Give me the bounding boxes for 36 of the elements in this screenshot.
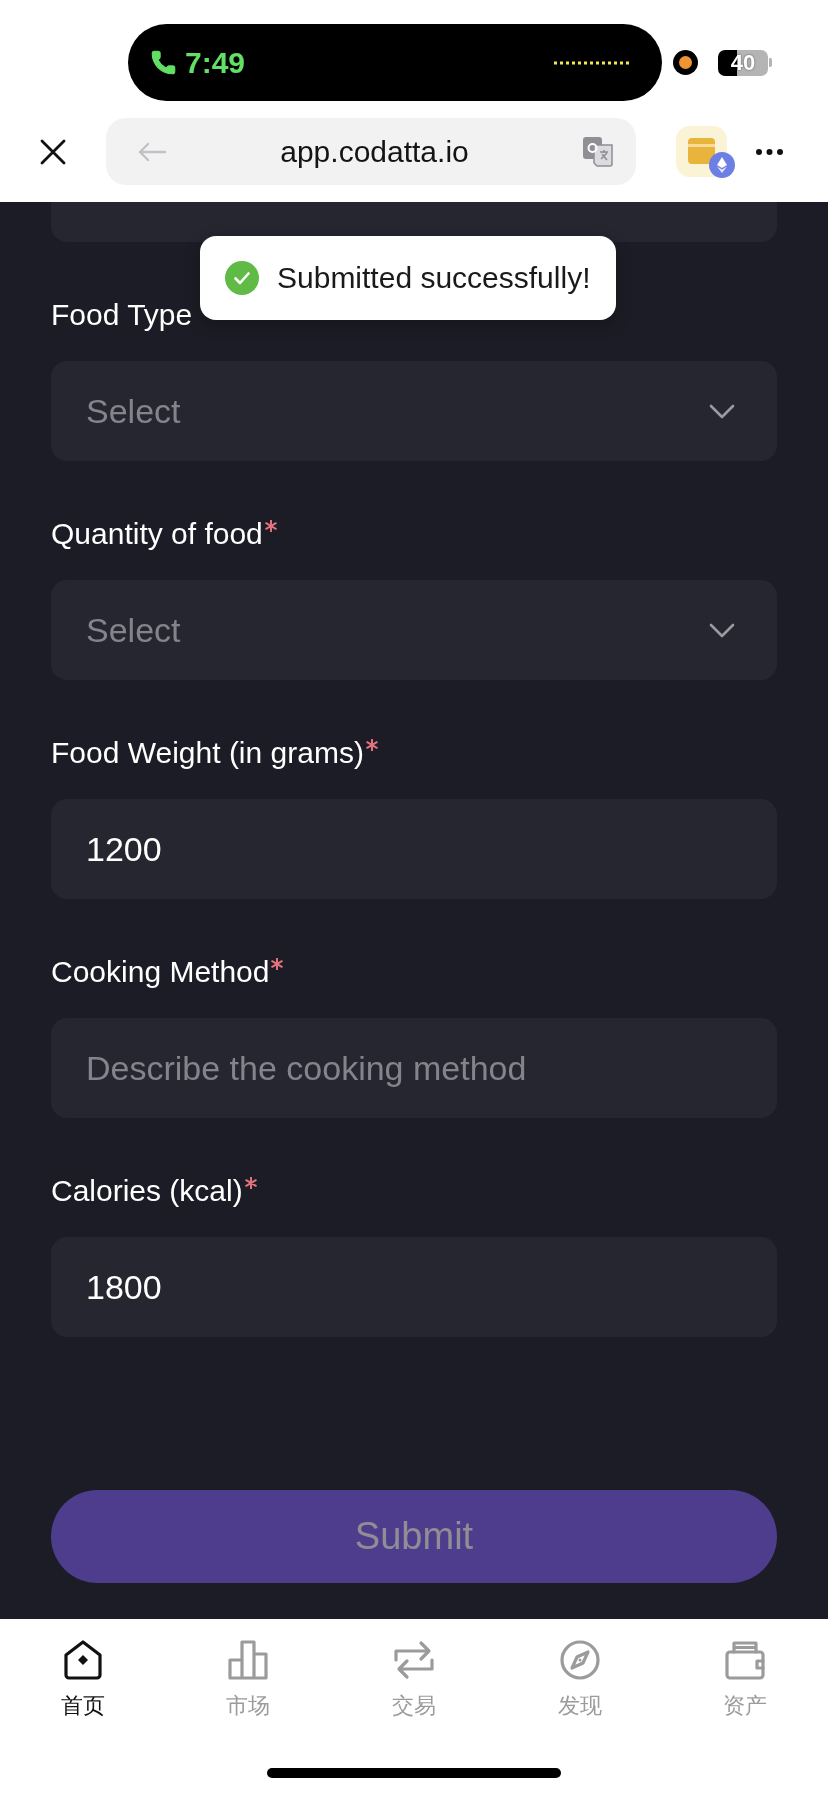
wallet-icon [725, 1640, 766, 1680]
swap-arrows-icon [394, 1640, 434, 1680]
translate-icon[interactable] [583, 136, 613, 167]
input-field[interactable] [51, 202, 777, 242]
diamond-badge-icon [709, 151, 735, 178]
nav-tab[interactable]: 交易 [331, 1619, 497, 1720]
check-circle-icon [225, 261, 259, 295]
nav-tab[interactable]: 资产 [662, 1619, 828, 1720]
bar-chart-icon [228, 1640, 269, 1680]
field-label: Food Weight (in grams) [51, 735, 364, 771]
field-label: Calories (kcal) [51, 1173, 243, 1209]
toast-message: Submitted successfully! [277, 263, 591, 293]
call-time: 7:49 [185, 47, 246, 78]
status-dot-icon [673, 50, 698, 75]
card-icon [688, 138, 715, 164]
close-button[interactable] [40, 138, 66, 165]
more-icon [756, 148, 783, 155]
nav-tab[interactable]: 首页 [0, 1619, 166, 1720]
input-field[interactable]: Describe the cooking method [51, 1018, 777, 1118]
input-field[interactable]: 1200 [51, 799, 777, 899]
chevron-down-icon [709, 622, 735, 638]
home-icon [62, 1640, 103, 1680]
field-label: Food Type [51, 297, 193, 333]
close-icon [40, 138, 66, 165]
select-dropdown[interactable]: Select [51, 580, 777, 680]
field-label: Cooking Method [51, 954, 270, 990]
url-text: app.codatta.io [280, 136, 469, 167]
select-dropdown[interactable]: Select [51, 361, 777, 461]
phone-icon [150, 49, 177, 76]
nav-tab[interactable]: 发现 [496, 1619, 663, 1720]
field-label: Quantity of food [51, 516, 263, 552]
address-bar[interactable]: app.codatta.io [106, 118, 636, 185]
compass-icon [559, 1640, 600, 1680]
nav-tab[interactable]: 市场 [165, 1619, 332, 1720]
chevron-down-icon [709, 403, 735, 419]
input-field[interactable]: 1800 [51, 1237, 777, 1337]
